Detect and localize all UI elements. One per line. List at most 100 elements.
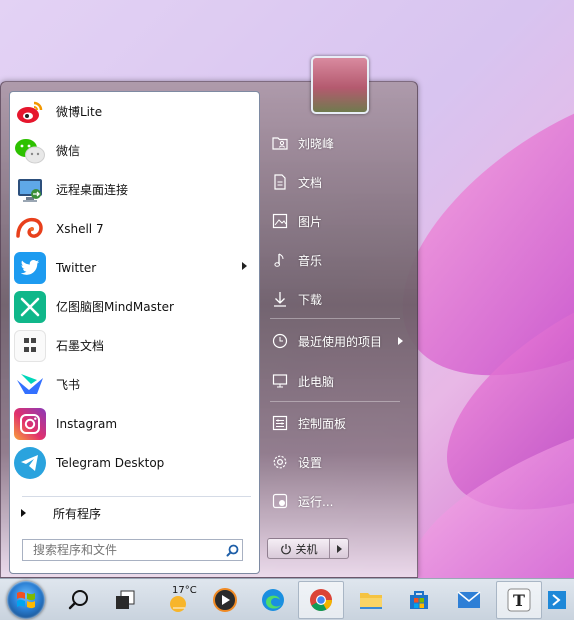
start-item-label: 下载 (298, 292, 323, 307)
chrome-icon (310, 589, 332, 611)
app-label: Twitter (56, 260, 97, 275)
divider (270, 318, 400, 319)
app-label: 亿图脑图MindMaster (56, 300, 174, 314)
power-icon (280, 543, 291, 554)
app-label: Telegram Desktop (56, 455, 165, 470)
remote-desktop-icon (14, 174, 46, 206)
start-item-music[interactable]: 音乐 (266, 245, 411, 275)
taskbar-edge-button[interactable] (250, 581, 296, 619)
instagram-icon (14, 407, 46, 440)
shimo-icon (14, 329, 46, 362)
music-icon (271, 251, 289, 269)
taskbar: T (0, 578, 574, 620)
taskbar-task-view-button[interactable] (102, 581, 148, 619)
start-item-settings[interactable]: 设置 (266, 447, 411, 477)
app-item-twitter[interactable]: Twitter (10, 248, 259, 287)
search-input[interactable] (23, 540, 222, 560)
download-icon (271, 290, 289, 308)
app-item-remote-desktop[interactable]: 远程桌面连接 (10, 170, 259, 209)
start-menu-left-pane: 微博Lite 微信 远程桌面连接 Xshell 7 Twitter 亿图脑图Mi… (9, 91, 260, 574)
computer-icon (271, 372, 289, 390)
app-item-instagram[interactable]: Instagram (10, 404, 259, 443)
submenu-arrow-icon[interactable] (242, 262, 247, 270)
app-label: 微信 (56, 144, 81, 158)
shutdown-button-group: 关机 (267, 538, 349, 559)
edge-icon (262, 589, 284, 611)
media-player-icon (213, 588, 237, 612)
app-label: 远程桌面连接 (56, 183, 129, 197)
shutdown-label: 关机 (295, 542, 318, 556)
app-item-xshell[interactable]: Xshell 7 (10, 209, 259, 248)
submenu-arrow-icon (398, 337, 403, 345)
start-button[interactable] (7, 581, 45, 619)
app-label: Instagram (56, 416, 118, 431)
app-label: 微博Lite (56, 105, 103, 119)
user-folder-icon (271, 134, 289, 152)
app-item-shimo[interactable]: 石墨文档 (10, 326, 259, 365)
app-item-mindmaster[interactable]: 亿图脑图MindMaster (10, 287, 259, 326)
search-icon[interactable] (222, 540, 242, 560)
taskbar-typora-button[interactable]: T (496, 581, 542, 619)
user-avatar[interactable] (311, 56, 369, 114)
expand-arrow-icon (21, 509, 26, 517)
start-item-this-pc[interactable]: 此电脑 (266, 366, 411, 396)
start-item-label: 最近使用的项目 (298, 334, 383, 349)
wechat-icon (14, 135, 46, 167)
start-item-documents[interactable]: 文档 (266, 167, 411, 197)
taskbar-file-explorer-button[interactable] (348, 581, 394, 619)
start-item-control-panel[interactable]: 控制面板 (266, 408, 411, 438)
start-item-label: 此电脑 (298, 374, 335, 389)
gear-icon (271, 453, 289, 471)
start-item-label: 图片 (298, 214, 323, 229)
start-item-pictures[interactable]: 图片 (266, 206, 411, 236)
taskbar-media-player-button[interactable] (202, 581, 248, 619)
taskbar-chrome-button[interactable] (298, 581, 344, 619)
all-programs-button[interactable]: 所有程序 (10, 501, 259, 525)
chevron-right-icon (336, 544, 342, 553)
task-view-icon (116, 590, 135, 609)
start-item-run[interactable]: 运行... (266, 486, 411, 516)
start-item-label: 设置 (298, 455, 323, 470)
start-item-recent[interactable]: 最近使用的项目 (266, 326, 411, 356)
app-item-telegram[interactable]: Telegram Desktop (10, 443, 259, 482)
control-panel-icon (271, 414, 289, 432)
divider (22, 496, 251, 497)
app-item-wechat[interactable]: 微信 (10, 131, 259, 170)
pinned-app-list: 微博Lite 微信 远程桌面连接 Xshell 7 Twitter 亿图脑图Mi… (10, 92, 259, 482)
search-icon (68, 590, 88, 610)
search-box[interactable] (22, 539, 243, 561)
shutdown-button[interactable]: 关机 (268, 539, 330, 558)
all-programs-label: 所有程序 (53, 506, 102, 521)
svg-text:T: T (513, 591, 525, 610)
document-icon (271, 173, 289, 191)
taskbar-mail-button[interactable] (446, 581, 492, 619)
app-item-weibo[interactable]: 微博Lite (10, 92, 259, 131)
app-label: Xshell 7 (56, 221, 104, 236)
taskbar-store-button[interactable] (396, 581, 442, 619)
microsoft-store-icon (410, 591, 428, 609)
clock-icon (271, 332, 289, 350)
remote-icon (548, 591, 566, 609)
start-item-label: 运行... (298, 494, 334, 509)
feishu-icon (14, 369, 46, 401)
taskbar-search-button[interactable] (56, 581, 102, 619)
xshell-icon (14, 213, 46, 245)
divider (270, 401, 400, 402)
weibo-icon (14, 96, 46, 128)
windows-logo-icon (17, 591, 35, 609)
app-label: 飞书 (56, 378, 81, 392)
shutdown-options-button[interactable] (330, 539, 348, 558)
start-item-label: 控制面板 (298, 416, 347, 431)
app-item-feishu[interactable]: 飞书 (10, 365, 259, 404)
file-explorer-icon (360, 593, 382, 609)
start-item-label: 刘晓峰 (298, 136, 335, 151)
start-item-label: 文档 (298, 175, 323, 190)
picture-icon (271, 212, 289, 230)
telegram-icon (14, 446, 46, 479)
start-item-downloads[interactable]: 下载 (266, 284, 411, 314)
app-label: 石墨文档 (56, 339, 105, 353)
start-item-label: 音乐 (298, 253, 323, 268)
taskbar-remote-button[interactable] (546, 581, 574, 619)
start-item-user-folder[interactable]: 刘晓峰 (266, 128, 411, 158)
typora-icon: T (507, 588, 531, 612)
